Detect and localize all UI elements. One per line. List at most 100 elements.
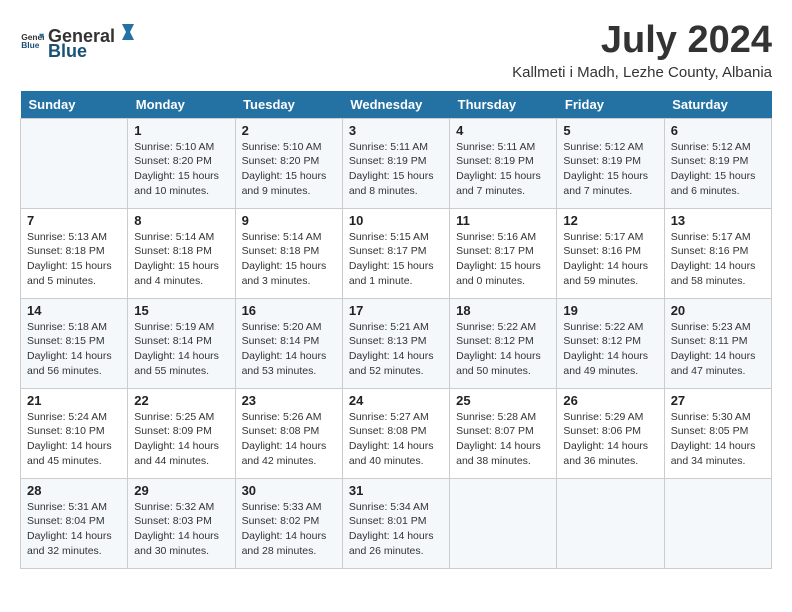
week-row-5: 28 Sunrise: 5:31 AM Sunset: 8:04 PM Dayli… <box>21 478 772 568</box>
day-info: Sunrise: 5:22 AM Sunset: 8:12 PM Dayligh… <box>563 320 657 379</box>
day-info: Sunrise: 5:12 AM Sunset: 8:19 PM Dayligh… <box>563 140 657 199</box>
day-number: 21 <box>27 393 121 408</box>
calendar-cell: 15 Sunrise: 5:19 AM Sunset: 8:14 PM Dayli… <box>128 298 235 388</box>
calendar-cell: 12 Sunrise: 5:17 AM Sunset: 8:16 PM Dayli… <box>557 208 664 298</box>
day-info: Sunrise: 5:19 AM Sunset: 8:14 PM Dayligh… <box>134 320 228 379</box>
day-info: Sunrise: 5:10 AM Sunset: 8:20 PM Dayligh… <box>134 140 228 199</box>
day-info: Sunrise: 5:14 AM Sunset: 8:18 PM Dayligh… <box>242 230 336 289</box>
day-info: Sunrise: 5:34 AM Sunset: 8:01 PM Dayligh… <box>349 500 443 559</box>
day-info: Sunrise: 5:22 AM Sunset: 8:12 PM Dayligh… <box>456 320 550 379</box>
calendar-cell: 17 Sunrise: 5:21 AM Sunset: 8:13 PM Dayli… <box>342 298 449 388</box>
day-number: 12 <box>563 213 657 228</box>
day-info: Sunrise: 5:11 AM Sunset: 8:19 PM Dayligh… <box>349 140 443 199</box>
day-number: 10 <box>349 213 443 228</box>
day-number: 19 <box>563 303 657 318</box>
day-number: 15 <box>134 303 228 318</box>
weekday-header-saturday: Saturday <box>664 91 771 119</box>
day-info: Sunrise: 5:30 AM Sunset: 8:05 PM Dayligh… <box>671 410 765 469</box>
calendar-cell: 4Sunrise: 5:11 AM Sunset: 8:19 PM Daylig… <box>450 118 557 208</box>
day-info: Sunrise: 5:18 AM Sunset: 8:15 PM Dayligh… <box>27 320 121 379</box>
calendar-cell: 14 Sunrise: 5:18 AM Sunset: 8:15 PM Dayli… <box>21 298 128 388</box>
week-row-2: 7 Sunrise: 5:13 AM Sunset: 8:18 PM Daylig… <box>21 208 772 298</box>
calendar-cell: 19 Sunrise: 5:22 AM Sunset: 8:12 PM Dayli… <box>557 298 664 388</box>
weekday-header-row: SundayMondayTuesdayWednesdayThursdayFrid… <box>21 91 772 119</box>
weekday-header-friday: Friday <box>557 91 664 119</box>
calendar-cell: 31 Sunrise: 5:34 AM Sunset: 8:01 PM Dayli… <box>342 478 449 568</box>
calendar-cell: 18 Sunrise: 5:22 AM Sunset: 8:12 PM Dayli… <box>450 298 557 388</box>
day-number: 27 <box>671 393 765 408</box>
day-info: Sunrise: 5:17 AM Sunset: 8:16 PM Dayligh… <box>671 230 765 289</box>
weekday-header-monday: Monday <box>128 91 235 119</box>
day-number: 25 <box>456 393 550 408</box>
calendar-cell: 21 Sunrise: 5:24 AM Sunset: 8:10 PM Dayli… <box>21 388 128 478</box>
location-title: Kallmeti i Madh, Lezhe County, Albania <box>512 64 772 81</box>
day-number: 17 <box>349 303 443 318</box>
day-number: 7 <box>27 213 121 228</box>
day-info: Sunrise: 5:27 AM Sunset: 8:08 PM Dayligh… <box>349 410 443 469</box>
logo-icon: General Blue <box>20 29 44 53</box>
page-header: General Blue General Blue July 2024 Kall… <box>20 20 772 81</box>
calendar-cell: 11Sunrise: 5:16 AM Sunset: 8:17 PM Dayli… <box>450 208 557 298</box>
day-info: Sunrise: 5:23 AM Sunset: 8:11 PM Dayligh… <box>671 320 765 379</box>
calendar-cell: 26Sunrise: 5:29 AM Sunset: 8:06 PM Dayli… <box>557 388 664 478</box>
day-number: 31 <box>349 483 443 498</box>
day-number: 14 <box>27 303 121 318</box>
day-info: Sunrise: 5:25 AM Sunset: 8:09 PM Dayligh… <box>134 410 228 469</box>
day-number: 13 <box>671 213 765 228</box>
calendar-cell: 29 Sunrise: 5:32 AM Sunset: 8:03 PM Dayli… <box>128 478 235 568</box>
day-info: Sunrise: 5:29 AM Sunset: 8:06 PM Dayligh… <box>563 410 657 469</box>
day-info: Sunrise: 5:28 AM Sunset: 8:07 PM Dayligh… <box>456 410 550 469</box>
day-info: Sunrise: 5:17 AM Sunset: 8:16 PM Dayligh… <box>563 230 657 289</box>
day-info: Sunrise: 5:15 AM Sunset: 8:17 PM Dayligh… <box>349 230 443 289</box>
calendar-cell: 2Sunrise: 5:10 AM Sunset: 8:20 PM Daylig… <box>235 118 342 208</box>
day-info: Sunrise: 5:16 AM Sunset: 8:17 PM Dayligh… <box>456 230 550 289</box>
calendar-cell: 24 Sunrise: 5:27 AM Sunset: 8:08 PM Dayli… <box>342 388 449 478</box>
weekday-header-thursday: Thursday <box>450 91 557 119</box>
day-info: Sunrise: 5:14 AM Sunset: 8:18 PM Dayligh… <box>134 230 228 289</box>
calendar-cell: 3Sunrise: 5:11 AM Sunset: 8:19 PM Daylig… <box>342 118 449 208</box>
weekday-header-wednesday: Wednesday <box>342 91 449 119</box>
calendar-cell <box>557 478 664 568</box>
day-info: Sunrise: 5:24 AM Sunset: 8:10 PM Dayligh… <box>27 410 121 469</box>
day-number: 2 <box>242 123 336 138</box>
calendar-cell: 7 Sunrise: 5:13 AM Sunset: 8:18 PM Daylig… <box>21 208 128 298</box>
day-number: 28 <box>27 483 121 498</box>
calendar-cell <box>450 478 557 568</box>
calendar-cell: 13 Sunrise: 5:17 AM Sunset: 8:16 PM Dayli… <box>664 208 771 298</box>
day-number: 30 <box>242 483 336 498</box>
day-number: 18 <box>456 303 550 318</box>
day-number: 22 <box>134 393 228 408</box>
week-row-3: 14 Sunrise: 5:18 AM Sunset: 8:15 PM Dayli… <box>21 298 772 388</box>
day-info: Sunrise: 5:33 AM Sunset: 8:02 PM Dayligh… <box>242 500 336 559</box>
calendar-cell <box>21 118 128 208</box>
calendar-cell: 23 Sunrise: 5:26 AM Sunset: 8:08 PM Dayli… <box>235 388 342 478</box>
day-info: Sunrise: 5:13 AM Sunset: 8:18 PM Dayligh… <box>27 230 121 289</box>
logo: General Blue General Blue <box>20 20 139 62</box>
day-number: 6 <box>671 123 765 138</box>
calendar-cell: 25 Sunrise: 5:28 AM Sunset: 8:07 PM Dayli… <box>450 388 557 478</box>
month-title: July 2024 <box>512 20 772 62</box>
calendar-cell: 5Sunrise: 5:12 AM Sunset: 8:19 PM Daylig… <box>557 118 664 208</box>
day-number: 29 <box>134 483 228 498</box>
day-number: 16 <box>242 303 336 318</box>
day-info: Sunrise: 5:21 AM Sunset: 8:13 PM Dayligh… <box>349 320 443 379</box>
day-info: Sunrise: 5:31 AM Sunset: 8:04 PM Dayligh… <box>27 500 121 559</box>
calendar-cell <box>664 478 771 568</box>
day-number: 23 <box>242 393 336 408</box>
calendar-table: SundayMondayTuesdayWednesdayThursdayFrid… <box>20 91 772 569</box>
day-number: 20 <box>671 303 765 318</box>
day-info: Sunrise: 5:26 AM Sunset: 8:08 PM Dayligh… <box>242 410 336 469</box>
calendar-cell: 27 Sunrise: 5:30 AM Sunset: 8:05 PM Dayli… <box>664 388 771 478</box>
calendar-cell: 30 Sunrise: 5:33 AM Sunset: 8:02 PM Dayli… <box>235 478 342 568</box>
calendar-cell: 20 Sunrise: 5:23 AM Sunset: 8:11 PM Dayli… <box>664 298 771 388</box>
svg-text:Blue: Blue <box>21 40 40 50</box>
day-number: 8 <box>134 213 228 228</box>
day-number: 4 <box>456 123 550 138</box>
day-info: Sunrise: 5:32 AM Sunset: 8:03 PM Dayligh… <box>134 500 228 559</box>
calendar-cell: 9Sunrise: 5:14 AM Sunset: 8:18 PM Daylig… <box>235 208 342 298</box>
week-row-4: 21 Sunrise: 5:24 AM Sunset: 8:10 PM Dayli… <box>21 388 772 478</box>
day-number: 24 <box>349 393 443 408</box>
title-area: July 2024 Kallmeti i Madh, Lezhe County,… <box>512 20 772 81</box>
day-info: Sunrise: 5:12 AM Sunset: 8:19 PM Dayligh… <box>671 140 765 199</box>
calendar-cell: 28 Sunrise: 5:31 AM Sunset: 8:04 PM Dayli… <box>21 478 128 568</box>
